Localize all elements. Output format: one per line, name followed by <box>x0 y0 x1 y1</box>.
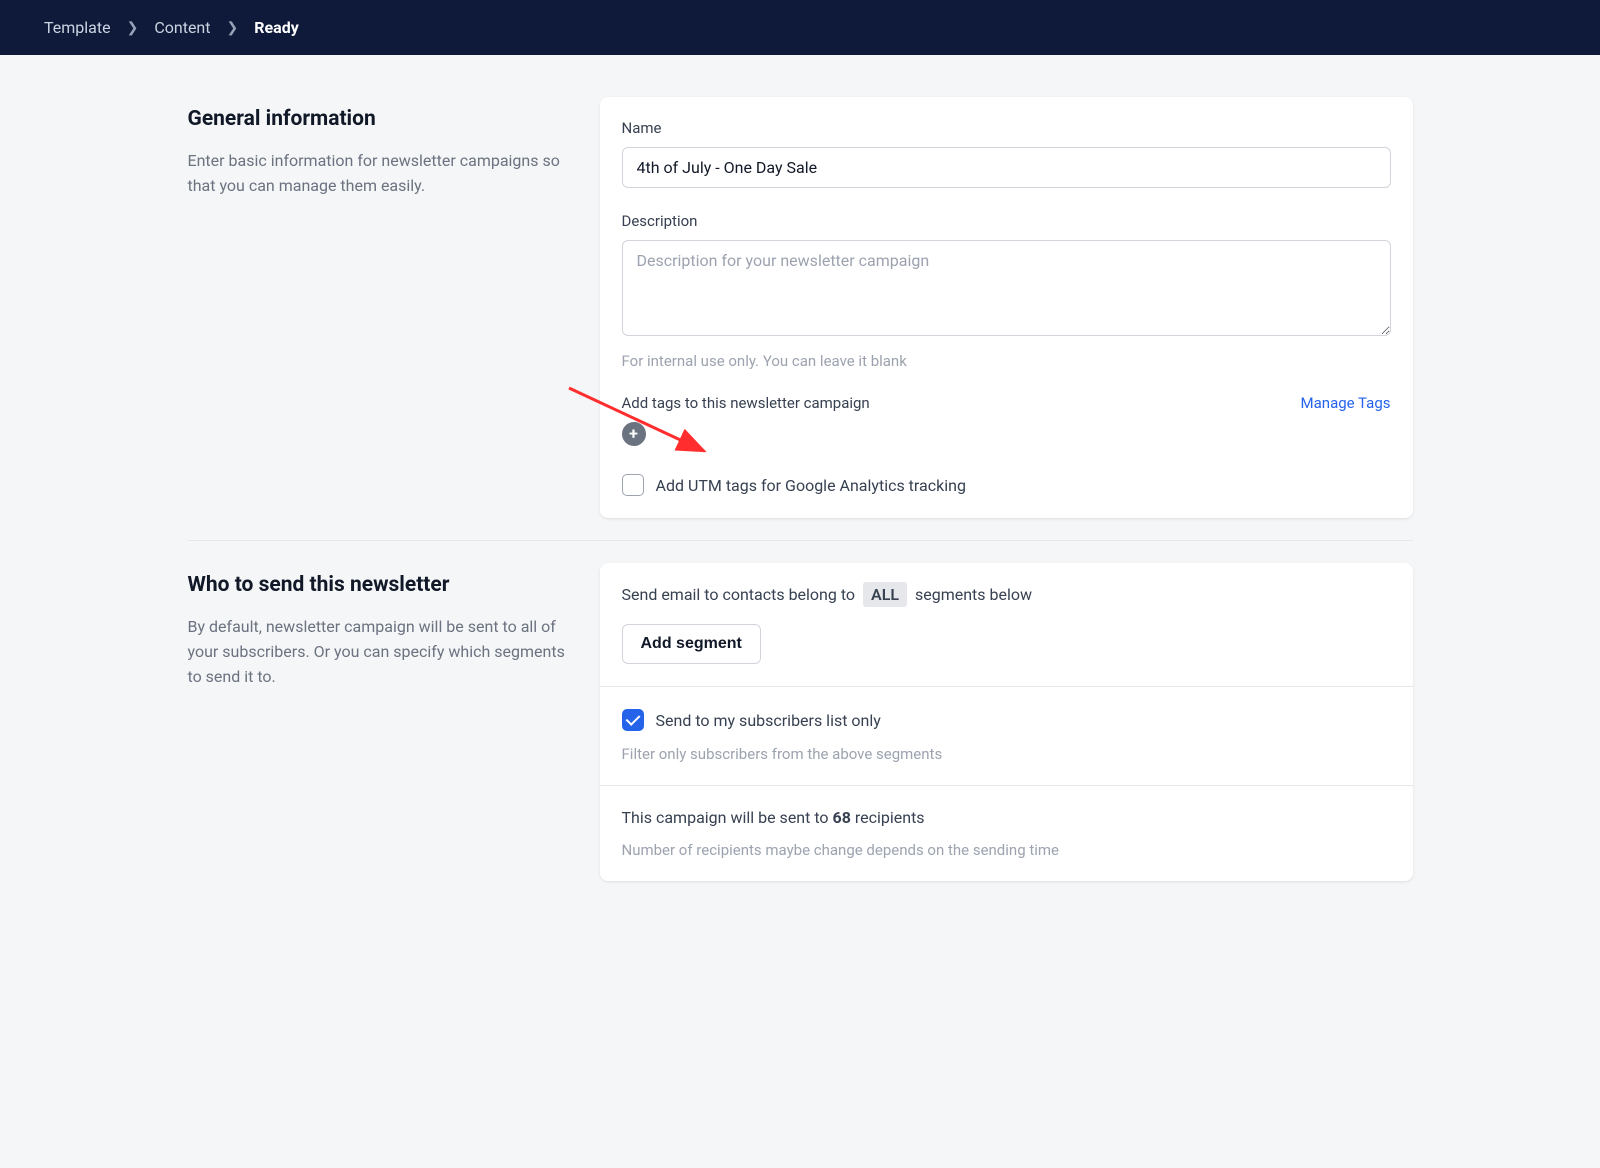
add-tag-button[interactable]: + <box>622 422 646 446</box>
name-input[interactable] <box>622 147 1391 188</box>
subscribers-only-label: Send to my subscribers list only <box>656 711 881 730</box>
description-hint: For internal use only. You can leave it … <box>622 352 1391 370</box>
section-general-information: General information Enter basic informat… <box>188 75 1413 541</box>
section-title: General information <box>188 107 568 131</box>
summary-prefix: This campaign will be sent to <box>622 808 829 827</box>
summary-count: 68 <box>833 808 851 827</box>
segment-prefix: Send email to contacts belong to <box>622 585 856 604</box>
recipients-summary: This campaign will be sent to 68 recipie… <box>622 808 1391 827</box>
utm-checkbox[interactable] <box>622 474 644 496</box>
section-description: Enter basic information for newsletter c… <box>188 149 568 199</box>
subscribers-only-hint: Filter only subscribers from the above s… <box>622 745 1391 763</box>
chevron-right-icon: ❯ <box>227 20 239 36</box>
name-label: Name <box>622 119 1391 137</box>
segment-suffix: segments below <box>915 585 1032 604</box>
segment-condition-row: Send email to contacts belong to ALL seg… <box>622 585 1391 604</box>
tags-label: Add tags to this newsletter campaign <box>622 394 870 412</box>
recipients-summary-hint: Number of recipients maybe change depend… <box>622 841 1391 859</box>
breadcrumb-item-content[interactable]: Content <box>154 18 210 37</box>
subscribers-only-checkbox[interactable] <box>622 709 644 731</box>
breadcrumb: Template ❯ Content ❯ Ready <box>0 0 1600 55</box>
description-label: Description <box>622 212 1391 230</box>
breadcrumb-item-ready[interactable]: Ready <box>254 18 299 37</box>
utm-checkbox-label: Add UTM tags for Google Analytics tracki… <box>656 476 966 495</box>
add-segment-button[interactable]: Add segment <box>622 624 761 664</box>
breadcrumb-item-template[interactable]: Template <box>44 18 111 37</box>
segment-mode-pill[interactable]: ALL <box>863 582 907 607</box>
summary-suffix: recipients <box>855 808 925 827</box>
chevron-right-icon: ❯ <box>127 20 139 36</box>
plus-icon: + <box>629 426 638 442</box>
section-description: By default, newsletter campaign will be … <box>188 615 568 689</box>
section-recipients: Who to send this newsletter By default, … <box>188 541 1413 903</box>
section-title: Who to send this newsletter <box>188 573 568 597</box>
manage-tags-link[interactable]: Manage Tags <box>1301 394 1391 412</box>
description-textarea[interactable] <box>622 240 1391 336</box>
